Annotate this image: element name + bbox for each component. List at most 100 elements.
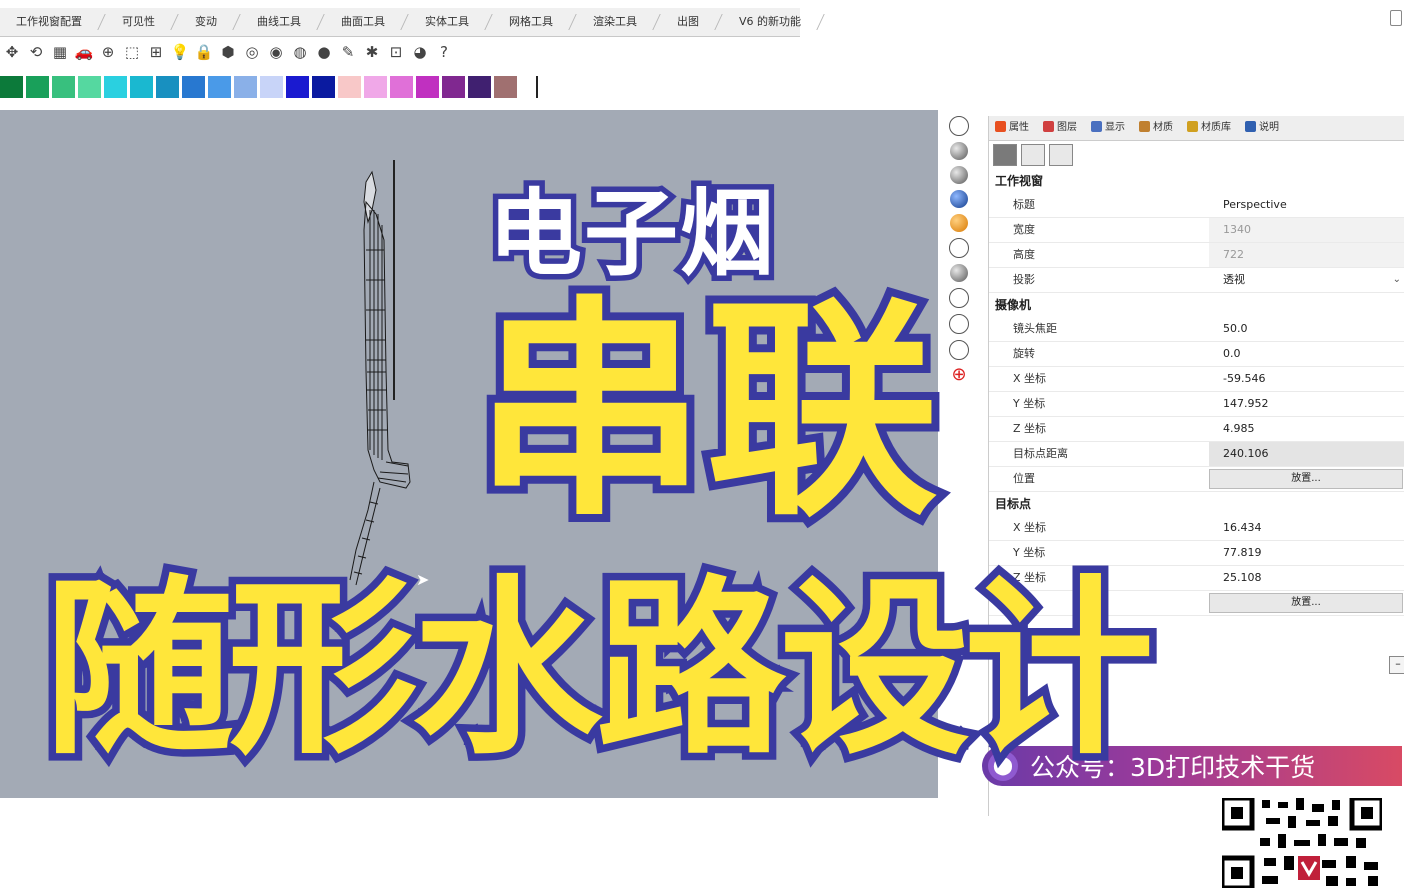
- color-swatch[interactable]: [156, 76, 179, 98]
- car-icon[interactable]: 🚗: [74, 42, 94, 62]
- shaded-icon[interactable]: ⬢: [218, 42, 238, 62]
- ribbon-tab[interactable]: 变动: [179, 8, 241, 36]
- collapse-button[interactable]: –: [1389, 656, 1404, 674]
- pan-icon[interactable]: ✥: [2, 42, 22, 62]
- color-swatch[interactable]: [468, 76, 491, 98]
- link-icon[interactable]: [1049, 144, 1073, 166]
- lock-icon[interactable]: 🔒: [194, 42, 214, 62]
- settings-gear-icon[interactable]: ✱: [362, 42, 382, 62]
- property-value[interactable]: 25.108: [1209, 566, 1404, 590]
- color-swatch[interactable]: [286, 76, 309, 98]
- panel-tab[interactable]: 图层: [1037, 116, 1083, 140]
- ribbon-tab[interactable]: 出图: [661, 8, 723, 36]
- property-value[interactable]: Perspective: [1209, 193, 1404, 217]
- color-wheel-icon[interactable]: ◎: [242, 42, 262, 62]
- color-swatch[interactable]: [130, 76, 153, 98]
- property-row: 投影 透视 ⌄: [989, 268, 1404, 293]
- color-swatch[interactable]: [338, 76, 361, 98]
- property-value[interactable]: 0.0: [1209, 342, 1404, 366]
- panel-tab[interactable]: 显示: [1085, 116, 1131, 140]
- property-value[interactable]: 4.985: [1209, 417, 1404, 441]
- ribbon-tab[interactable]: 网格工具: [493, 8, 577, 36]
- artistic-mode-icon[interactable]: [950, 264, 968, 282]
- window-resize-icon[interactable]: [1390, 10, 1402, 26]
- color-swatch[interactable]: [312, 76, 335, 98]
- color-swatch[interactable]: [78, 76, 101, 98]
- ribbon-tab[interactable]: 曲线工具: [241, 8, 325, 36]
- ribbon-tab[interactable]: 曲面工具: [325, 8, 409, 36]
- shaded-mode-icon[interactable]: [950, 142, 968, 160]
- property-label: 宽度: [1013, 223, 1035, 236]
- rotate-view-icon[interactable]: ⟲: [26, 42, 46, 62]
- target-icon[interactable]: ⊕: [950, 366, 968, 384]
- place-button[interactable]: 放置...: [1209, 469, 1403, 489]
- color-swatch[interactable]: [390, 76, 413, 98]
- panel-tab[interactable]: 说明: [1239, 116, 1285, 140]
- color-swatch[interactable]: [182, 76, 205, 98]
- color-swatch[interactable]: [0, 76, 23, 98]
- property-value[interactable]: 16.434: [1209, 516, 1404, 540]
- zoom-icon[interactable]: ⊕: [98, 42, 118, 62]
- panel-tab[interactable]: 属性: [989, 116, 1035, 140]
- property-row: Y 坐标 147.952: [989, 392, 1404, 417]
- property-value[interactable]: 240.106: [1209, 442, 1404, 466]
- property-value[interactable]: 147.952: [1209, 392, 1404, 416]
- property-value[interactable]: 透视 ⌄: [1209, 268, 1404, 292]
- ribbon-tab[interactable]: 实体工具: [409, 8, 493, 36]
- viewport-frame-icon[interactable]: [1021, 144, 1045, 166]
- panel-tab[interactable]: 材质: [1133, 116, 1179, 140]
- viewport-layout-icon[interactable]: ▦: [50, 42, 70, 62]
- overlay-title-bottom: 随形水路设计: [36, 559, 1161, 780]
- color-swatch[interactable]: [26, 76, 49, 98]
- named-view-icon[interactable]: ⊞: [146, 42, 166, 62]
- rendered-mode-icon[interactable]: [950, 166, 968, 184]
- technical-mode-icon[interactable]: [949, 238, 969, 258]
- ribbon-tab[interactable]: 可见性: [106, 8, 179, 36]
- color-swatch[interactable]: [104, 76, 127, 98]
- property-value[interactable]: 50.0: [1209, 317, 1404, 341]
- arctic-mode-icon[interactable]: [949, 314, 969, 334]
- help-icon[interactable]: ?: [434, 42, 454, 62]
- render-sphere-icon[interactable]: ◉: [266, 42, 286, 62]
- target-place-button[interactable]: 放置...: [1209, 593, 1403, 613]
- xray-mode-icon[interactable]: [950, 214, 968, 232]
- lightbulb-icon[interactable]: 💡: [170, 42, 190, 62]
- property-label: 投影: [1013, 273, 1035, 286]
- material-sphere-icon[interactable]: ●: [314, 42, 334, 62]
- raytraced-mode-icon[interactable]: [949, 340, 969, 360]
- property-label: 高度: [1013, 248, 1035, 261]
- property-value[interactable]: 77.819: [1209, 541, 1404, 565]
- property-label: 镜头焦距: [1013, 322, 1057, 335]
- overlay-title-top: 电子烟: [482, 175, 779, 295]
- pen-mode-icon[interactable]: [949, 288, 969, 308]
- color-swatch[interactable]: [208, 76, 231, 98]
- layout-icon[interactable]: ⊡: [386, 42, 406, 62]
- property-label: X 坐标: [1013, 521, 1047, 534]
- panel-tabs: 属性 图层 显示 材质 材质库 说明: [989, 116, 1404, 141]
- highlight-icon[interactable]: ✎: [338, 42, 358, 62]
- ribbon-tab[interactable]: 渲染工具: [577, 8, 661, 36]
- property-button-cell[interactable]: 放置...: [1209, 467, 1404, 491]
- panel-tab[interactable]: 材质库: [1181, 116, 1237, 140]
- wireframe-mode-icon[interactable]: [949, 116, 969, 136]
- color-swatch[interactable]: [260, 76, 283, 98]
- color-swatch[interactable]: [52, 76, 75, 98]
- ribbon-tab[interactable]: V6 的新功能: [723, 8, 825, 36]
- section-target: 目标点: [995, 497, 1032, 511]
- color-swatch[interactable]: [364, 76, 387, 98]
- color-swatch[interactable]: [234, 76, 257, 98]
- property-value[interactable]: 722: [1209, 243, 1404, 267]
- property-value[interactable]: 1340: [1209, 218, 1404, 242]
- chevron-down-icon[interactable]: ⌄: [1393, 268, 1401, 292]
- property-value[interactable]: -59.546: [1209, 367, 1404, 391]
- swatch-bar-end: [530, 76, 538, 98]
- color-swatch[interactable]: [494, 76, 517, 98]
- render-preview-icon[interactable]: ◍: [290, 42, 310, 62]
- globe-icon[interactable]: ◕: [410, 42, 430, 62]
- color-swatch[interactable]: [416, 76, 439, 98]
- ribbon-tab[interactable]: 工作视窗配置: [0, 8, 106, 36]
- color-swatch[interactable]: [442, 76, 465, 98]
- ghosted-mode-icon[interactable]: [950, 190, 968, 208]
- camera-icon[interactable]: [993, 144, 1017, 166]
- zoom-window-icon[interactable]: ⬚: [122, 42, 142, 62]
